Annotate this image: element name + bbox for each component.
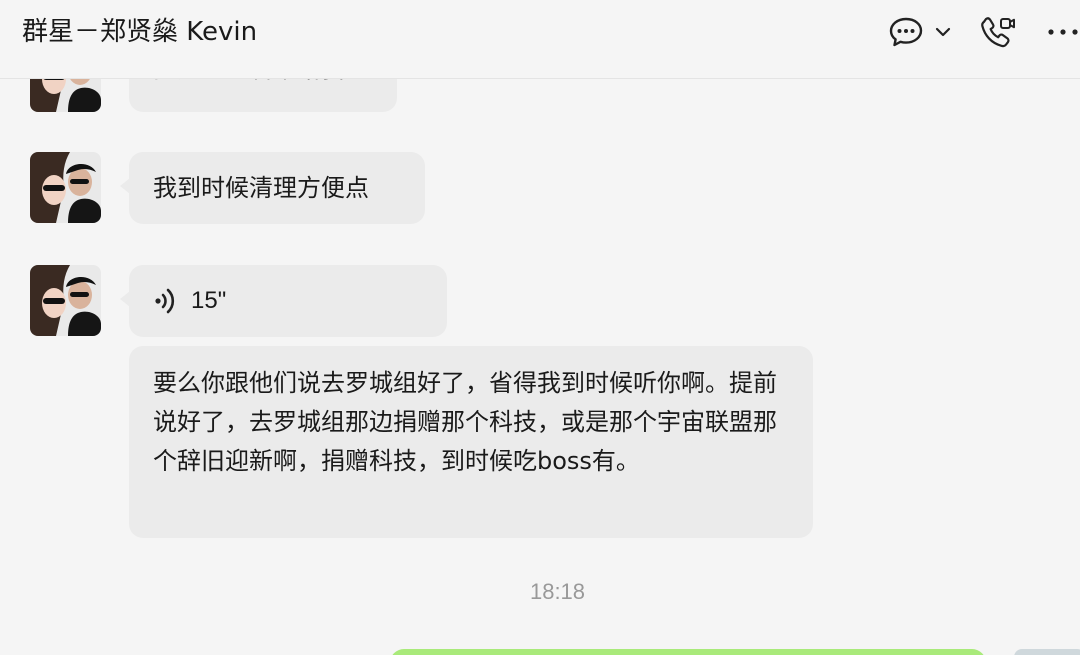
message-list[interactable]: 把这些人名单给我 我到时候清理方便点 xyxy=(0,79,1080,655)
chevron-down-icon[interactable] xyxy=(932,20,954,44)
message-bubble[interactable]: 我到时候清理方便点 xyxy=(120,152,425,224)
chat-title: 群星－郑贤燊 Kevin xyxy=(22,17,258,47)
more-icon[interactable] xyxy=(1046,18,1080,46)
avatar[interactable] xyxy=(30,152,101,223)
message-text: 我到时候清理方便点 xyxy=(153,174,369,202)
timestamp: 18:18 xyxy=(529,579,586,604)
voice-message-bubble[interactable]: 15" xyxy=(120,265,447,337)
chat-header: 群星－郑贤燊 Kevin xyxy=(0,0,1080,79)
bubble-tail xyxy=(120,178,130,194)
avatar[interactable] xyxy=(30,79,101,112)
message-bubble[interactable]: 要么你跟他们说去罗城组好了，省得我到时候听你啊。提前说好了，去罗城组那边捐赠那个… xyxy=(129,346,813,538)
phone-video-icon[interactable] xyxy=(978,14,1018,50)
voice-wave-icon xyxy=(153,287,179,315)
chat-bubble-icon[interactable] xyxy=(886,14,926,50)
message-text: 要么你跟他们说去罗城组好了，省得我到时候听你啊。提前说好了，去罗城组那边捐赠那个… xyxy=(153,369,777,475)
voice-duration: 15" xyxy=(191,287,227,314)
message-text: 把这些人名单给我 xyxy=(153,79,373,93)
sent-message-bubble[interactable] xyxy=(390,649,986,655)
avatar[interactable] xyxy=(30,265,101,336)
message-bubble[interactable]: 把这些人名单给我 xyxy=(129,79,397,112)
my-avatar[interactable] xyxy=(1014,649,1080,655)
bubble-tail xyxy=(120,291,130,307)
